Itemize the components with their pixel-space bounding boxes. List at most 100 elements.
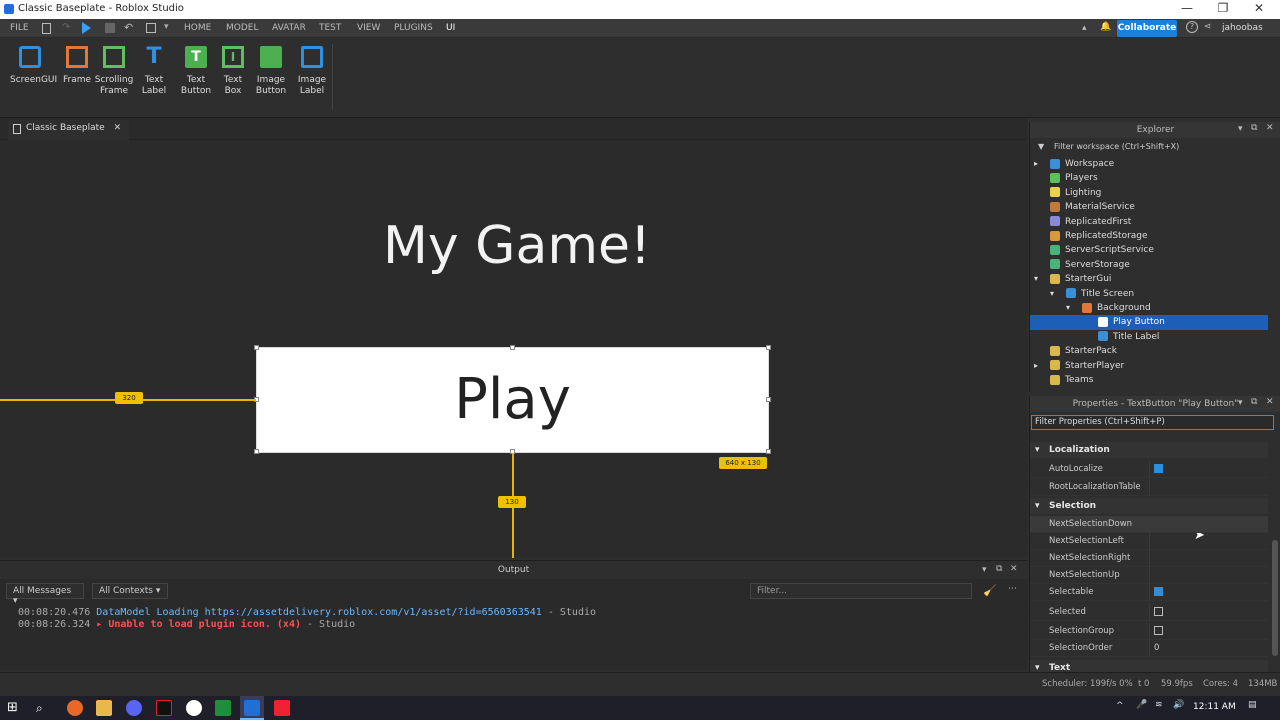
property-nextselectionleft[interactable]: NextSelectionLeft xyxy=(1030,533,1268,550)
property-value[interactable] xyxy=(1149,604,1268,621)
property-checkbox[interactable] xyxy=(1154,464,1163,473)
play-button[interactable]: Play xyxy=(256,347,769,453)
app-icon[interactable] xyxy=(186,700,202,716)
close-window-icon[interactable]: ✕ xyxy=(1244,0,1274,19)
resize-handle[interactable] xyxy=(766,449,771,454)
tree-expand-icon[interactable]: ▸ xyxy=(1034,359,1038,373)
tree-item-replicatedstorage[interactable]: ReplicatedStorage xyxy=(1030,229,1268,243)
collaborate-button[interactable]: Collaborate xyxy=(1117,20,1177,37)
property-value[interactable] xyxy=(1149,567,1268,584)
volume-icon[interactable]: 🔊 xyxy=(1173,700,1184,710)
stop-icon[interactable] xyxy=(105,23,115,33)
user-name[interactable]: jahoobas xyxy=(1222,23,1263,33)
excel-icon[interactable] xyxy=(215,700,231,716)
property-autolocalize[interactable]: AutoLocalize xyxy=(1030,461,1268,478)
property-value[interactable] xyxy=(1149,584,1268,601)
viewport[interactable]: My Game! Play 320 130 640 x 130 xyxy=(0,140,1027,558)
tree-expand-icon[interactable]: ▾ xyxy=(1050,287,1054,301)
tab-ui[interactable]: UI xyxy=(446,23,455,33)
tab-model[interactable]: MODEL xyxy=(226,23,258,33)
output-filter-input[interactable]: Filter... xyxy=(750,583,972,599)
search-icon[interactable]: ⌕ xyxy=(36,700,52,716)
clear-icon[interactable]: 🧹 xyxy=(983,584,997,597)
tree-item-title-label[interactable]: Title Label xyxy=(1030,330,1268,344)
undock-icon[interactable]: ⧉ xyxy=(996,564,1002,574)
property-rootlocalizationtable[interactable]: RootLocalizationTable xyxy=(1030,479,1268,496)
minimize-icon[interactable]: — xyxy=(1172,0,1202,19)
chevron-down-icon[interactable]: ▾ xyxy=(1238,398,1243,408)
property-nextselectionright[interactable]: NextSelectionRight xyxy=(1030,550,1268,567)
help-icon[interactable]: ? xyxy=(1186,21,1198,33)
property-value[interactable]: 0 xyxy=(1149,640,1268,657)
tree-item-serverscriptservice[interactable]: ServerScriptService xyxy=(1030,243,1268,257)
clock[interactable]: 12:11 AM xyxy=(1193,702,1236,712)
tab-home[interactable]: HOME xyxy=(184,23,211,33)
resize-handle[interactable] xyxy=(254,449,259,454)
firefox-icon[interactable] xyxy=(67,700,83,716)
tab-avatar[interactable]: AVATAR xyxy=(272,23,306,33)
chevron-down-icon[interactable]: ▾ xyxy=(164,22,169,32)
scrolling-frame-button[interactable]: Scrolling Frame xyxy=(94,46,134,97)
tree-item-workspace[interactable]: ▸ Workspace xyxy=(1030,157,1268,171)
window-icon[interactable] xyxy=(146,23,156,33)
section-selection[interactable]: ▾ Selection xyxy=(1030,498,1268,514)
discord-icon[interactable] xyxy=(126,700,142,716)
property-selectable[interactable]: Selectable xyxy=(1030,584,1268,601)
chevron-down-icon[interactable]: ▾ xyxy=(982,565,987,575)
tree-expand-icon[interactable]: ▾ xyxy=(1066,301,1070,315)
property-checkbox[interactable] xyxy=(1154,587,1163,596)
resize-handle[interactable] xyxy=(766,397,771,402)
close-panel-icon[interactable]: ✕ xyxy=(1266,123,1274,133)
tab-test[interactable]: TEST xyxy=(319,23,341,33)
tab-view[interactable]: VIEW xyxy=(357,23,380,33)
tree-item-startergui[interactable]: ▾ StarterGui xyxy=(1030,272,1268,286)
tree-item-lighting[interactable]: Lighting xyxy=(1030,186,1268,200)
undo-icon[interactable]: ↶ xyxy=(124,21,133,34)
section-localization[interactable]: ▾ Localization xyxy=(1030,442,1268,458)
tree-item-starterpack[interactable]: StarterPack xyxy=(1030,344,1268,358)
tree-item-materialservice[interactable]: MaterialService xyxy=(1030,200,1268,214)
windows-start-icon[interactable]: ⊞ xyxy=(7,700,23,716)
resize-handle[interactable] xyxy=(766,345,771,350)
chevron-down-icon[interactable]: ▾ xyxy=(1238,124,1243,134)
close-tab-icon[interactable]: ✕ xyxy=(114,123,122,133)
roblox-icon[interactable] xyxy=(156,700,172,716)
property-selectiongroup[interactable]: SelectionGroup xyxy=(1030,623,1268,640)
tree-item-serverstorage[interactable]: ServerStorage xyxy=(1030,258,1268,272)
property-nextselectiondown[interactable]: NextSelectionDown xyxy=(1030,516,1268,533)
chevron-up-icon[interactable]: ^ xyxy=(1116,701,1124,711)
undock-icon[interactable]: ⧉ xyxy=(1251,397,1257,407)
undock-icon[interactable]: ⧉ xyxy=(1251,123,1257,133)
property-checkbox[interactable] xyxy=(1154,626,1163,635)
resize-handle[interactable] xyxy=(254,345,259,350)
tree-item-title-screen[interactable]: ▾ Title Screen xyxy=(1030,287,1268,301)
property-value[interactable] xyxy=(1149,516,1268,533)
wifi-icon[interactable]: ≋ xyxy=(1155,700,1163,710)
play-icon[interactable] xyxy=(82,22,91,34)
file-menu[interactable]: FILE xyxy=(10,23,29,33)
property-value[interactable] xyxy=(1149,623,1268,640)
resize-handle[interactable] xyxy=(510,345,515,350)
property-selected[interactable]: Selected xyxy=(1030,604,1268,621)
image-label-button[interactable]: Image Label xyxy=(292,46,332,97)
tree-item-players[interactable]: Players xyxy=(1030,171,1268,185)
tree-item-play-button[interactable]: Play Button xyxy=(1030,315,1268,330)
more-icon[interactable]: ⋯ xyxy=(1008,584,1017,594)
tree-item-background[interactable]: ▾ Background xyxy=(1030,301,1268,315)
tab-plugins[interactable]: PLUGINS xyxy=(394,23,433,33)
microphone-icon[interactable]: 🎤 xyxy=(1136,700,1147,710)
tree-item-starterplayer[interactable]: ▸ StarterPlayer xyxy=(1030,359,1268,373)
property-nextselectionup[interactable]: NextSelectionUp xyxy=(1030,567,1268,584)
property-checkbox[interactable] xyxy=(1154,607,1163,616)
tree-expand-icon[interactable]: ▸ xyxy=(1034,157,1038,171)
tree-item-replicatedfirst[interactable]: ReplicatedFirst xyxy=(1030,215,1268,229)
tab-classic-baseplate[interactable]: Classic Baseplate ✕ xyxy=(8,120,130,140)
share-icon[interactable]: ⋖ xyxy=(1204,22,1212,32)
properties-scrollbar[interactable] xyxy=(1272,540,1278,656)
property-value[interactable] xyxy=(1149,550,1268,567)
file-explorer-icon[interactable] xyxy=(96,700,112,716)
frame-button[interactable]: Frame xyxy=(57,46,97,86)
text-label-button[interactable]: T Text Label xyxy=(134,46,174,97)
properties-filter-input[interactable]: Filter Properties (Ctrl+Shift+P) xyxy=(1031,415,1274,430)
notifications-icon[interactable]: ▤ xyxy=(1248,700,1257,710)
